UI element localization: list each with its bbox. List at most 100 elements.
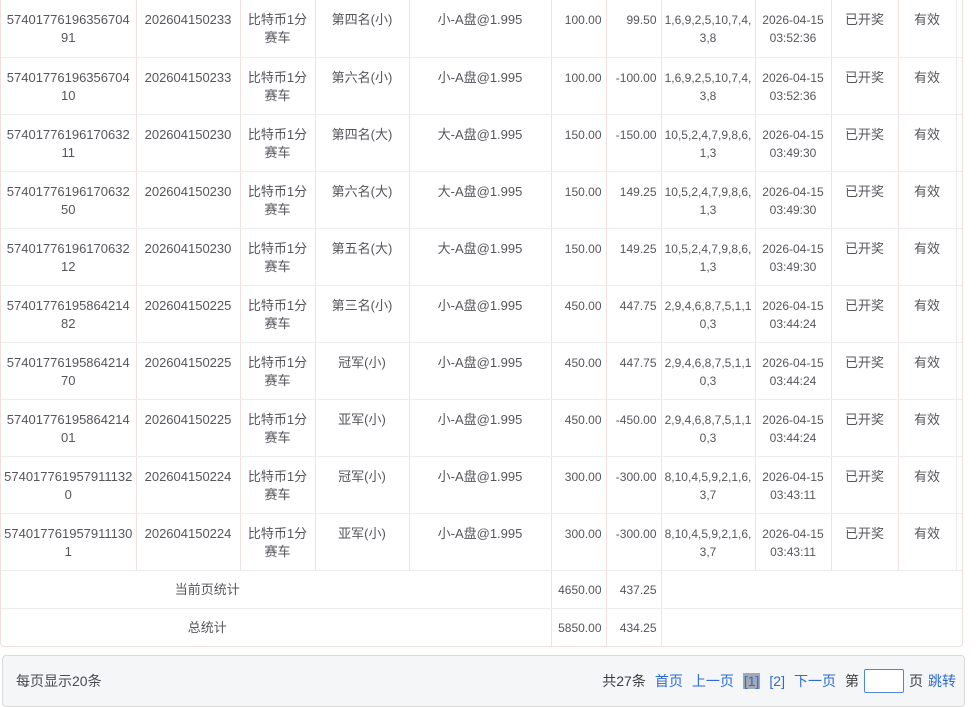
cell-extra xyxy=(956,285,963,342)
cell-period: 202604150225 xyxy=(136,399,240,456)
cell-amount: 150.00 xyxy=(551,228,606,285)
cell-order-id: 5740177619579111320 xyxy=(1,456,136,513)
summary-tbody: 当前页统计 4650.00 437.25 总统计 5850.00 434.25 xyxy=(1,570,963,646)
cell-amount: 150.00 xyxy=(551,114,606,171)
cell-draw-time: 2026-04-15 03:49:30 xyxy=(755,171,831,228)
table-row: 5740177619586421401 202604150225 比特币1分赛车… xyxy=(1,399,963,456)
cell-valid: 有效 xyxy=(898,456,956,513)
cell-game-name: 比特币1分赛车 xyxy=(240,57,315,114)
cell-bet-position: 冠军(小) xyxy=(315,456,409,513)
cell-order-id: 5740177619617063250 xyxy=(1,171,136,228)
summary-row-current-page: 当前页统计 4650.00 437.25 xyxy=(1,570,963,608)
cell-play-odds: 大-A盘@1.995 xyxy=(409,114,551,171)
cell-status: 已开奖 xyxy=(831,228,898,285)
cell-bet-position: 第四名(大) xyxy=(315,114,409,171)
summary-current-page-amount: 4650.00 xyxy=(551,570,606,608)
cell-bet-position: 第六名(大) xyxy=(315,171,409,228)
cell-valid: 有效 xyxy=(898,171,956,228)
cell-status: 已开奖 xyxy=(831,399,898,456)
cell-win-loss: 99.50 xyxy=(606,0,661,57)
cell-draw-result: 8,10,4,5,9,2,1,6,3,7 xyxy=(661,513,755,570)
cell-valid: 有效 xyxy=(898,57,956,114)
cell-extra xyxy=(956,456,963,513)
cell-period: 202604150225 xyxy=(136,342,240,399)
cell-status: 已开奖 xyxy=(831,456,898,513)
cell-extra xyxy=(956,399,963,456)
cell-order-id: 5740177619579111301 xyxy=(1,513,136,570)
cell-draw-time: 2026-04-15 03:44:24 xyxy=(755,285,831,342)
cell-amount: 450.00 xyxy=(551,285,606,342)
cell-draw-time: 2026-04-15 03:44:24 xyxy=(755,342,831,399)
summary-row-total: 总统计 5850.00 434.25 xyxy=(1,608,963,646)
page-number-2[interactable]: [2] xyxy=(769,673,785,689)
jump-prefix-label: 第 xyxy=(845,671,859,691)
prev-page-link[interactable]: 上一页 xyxy=(692,671,734,691)
cell-amount: 150.00 xyxy=(551,171,606,228)
cell-valid: 有效 xyxy=(898,285,956,342)
cell-bet-position: 第五名(大) xyxy=(315,228,409,285)
cell-draw-result: 2,9,4,6,8,7,5,1,10,3 xyxy=(661,285,755,342)
cell-draw-time: 2026-04-15 03:52:36 xyxy=(755,57,831,114)
cell-win-loss: 447.75 xyxy=(606,285,661,342)
cell-play-odds: 小-A盘@1.995 xyxy=(409,57,551,114)
summary-total-empty xyxy=(661,608,963,646)
cell-draw-result: 1,6,9,2,5,10,7,4,3,8 xyxy=(661,57,755,114)
cell-amount: 100.00 xyxy=(551,0,606,57)
cell-draw-result: 10,5,2,4,7,9,8,6,1,3 xyxy=(661,171,755,228)
cell-play-odds: 大-A盘@1.995 xyxy=(409,228,551,285)
cell-win-loss: 149.25 xyxy=(606,228,661,285)
cell-valid: 有效 xyxy=(898,399,956,456)
cell-status: 已开奖 xyxy=(831,285,898,342)
page-jump-input[interactable] xyxy=(864,669,904,693)
cell-game-name: 比特币1分赛车 xyxy=(240,171,315,228)
cell-period: 202604150225 xyxy=(136,285,240,342)
summary-current-page-winloss: 437.25 xyxy=(606,570,661,608)
cell-win-loss: 149.25 xyxy=(606,171,661,228)
cell-draw-time: 2026-04-15 03:49:30 xyxy=(755,228,831,285)
cell-play-odds: 大-A盘@1.995 xyxy=(409,171,551,228)
cell-draw-result: 8,10,4,5,9,2,1,6,3,7 xyxy=(661,456,755,513)
cell-order-id: 5740177619635670491 xyxy=(1,0,136,57)
cell-win-loss: 447.75 xyxy=(606,342,661,399)
cell-extra xyxy=(956,0,963,57)
cell-play-odds: 小-A盘@1.995 xyxy=(409,342,551,399)
table-row: 5740177619586421482 202604150225 比特币1分赛车… xyxy=(1,285,963,342)
cell-bet-position: 亚军(小) xyxy=(315,399,409,456)
cell-draw-time: 2026-04-15 03:44:24 xyxy=(755,399,831,456)
cell-order-id: 5740177619586421401 xyxy=(1,399,136,456)
cell-period: 202604150230 xyxy=(136,228,240,285)
cell-game-name: 比特币1分赛车 xyxy=(240,228,315,285)
cell-status: 已开奖 xyxy=(831,0,898,57)
cell-draw-time: 2026-04-15 03:49:30 xyxy=(755,114,831,171)
first-page-link[interactable]: 首页 xyxy=(655,671,683,691)
cell-order-id: 5740177619617063212 xyxy=(1,228,136,285)
jump-button[interactable]: 跳转 xyxy=(928,671,956,691)
cell-period: 202604150233 xyxy=(136,57,240,114)
cell-win-loss: -300.00 xyxy=(606,513,661,570)
next-page-link[interactable]: 下一页 xyxy=(794,671,836,691)
cell-extra xyxy=(956,171,963,228)
cell-amount: 100.00 xyxy=(551,57,606,114)
cell-play-odds: 小-A盘@1.995 xyxy=(409,399,551,456)
per-page-label: 每页显示20条 xyxy=(16,671,102,691)
total-records-label: 共27条 xyxy=(602,671,646,691)
cell-valid: 有效 xyxy=(898,0,956,57)
cell-win-loss: -300.00 xyxy=(606,456,661,513)
cell-draw-result: 2,9,4,6,8,7,5,1,10,3 xyxy=(661,399,755,456)
cell-bet-position: 亚军(小) xyxy=(315,513,409,570)
cell-draw-result: 10,5,2,4,7,9,8,6,1,3 xyxy=(661,114,755,171)
cell-bet-position: 冠军(小) xyxy=(315,342,409,399)
cell-draw-result: 1,6,9,2,5,10,7,4,3,8 xyxy=(661,0,755,57)
cell-amount: 300.00 xyxy=(551,456,606,513)
table-row: 5740177619617063211 202604150230 比特币1分赛车… xyxy=(1,114,963,171)
cell-status: 已开奖 xyxy=(831,57,898,114)
cell-draw-time: 2026-04-15 03:43:11 xyxy=(755,513,831,570)
cell-period: 202604150224 xyxy=(136,513,240,570)
cell-amount: 300.00 xyxy=(551,513,606,570)
pagination-footer: 每页显示20条 共27条 首页 上一页 [1] [2] 下一页 第 页 跳转 xyxy=(2,655,965,707)
table-row: 5740177619586421470 202604150225 比特币1分赛车… xyxy=(1,342,963,399)
records-tbody: 5740177619635670491 202604150233 比特币1分赛车… xyxy=(1,0,963,570)
cell-draw-time: 2026-04-15 03:43:11 xyxy=(755,456,831,513)
cell-draw-time: 2026-04-15 03:52:36 xyxy=(755,0,831,57)
page-number-1[interactable]: [1] xyxy=(743,673,761,689)
